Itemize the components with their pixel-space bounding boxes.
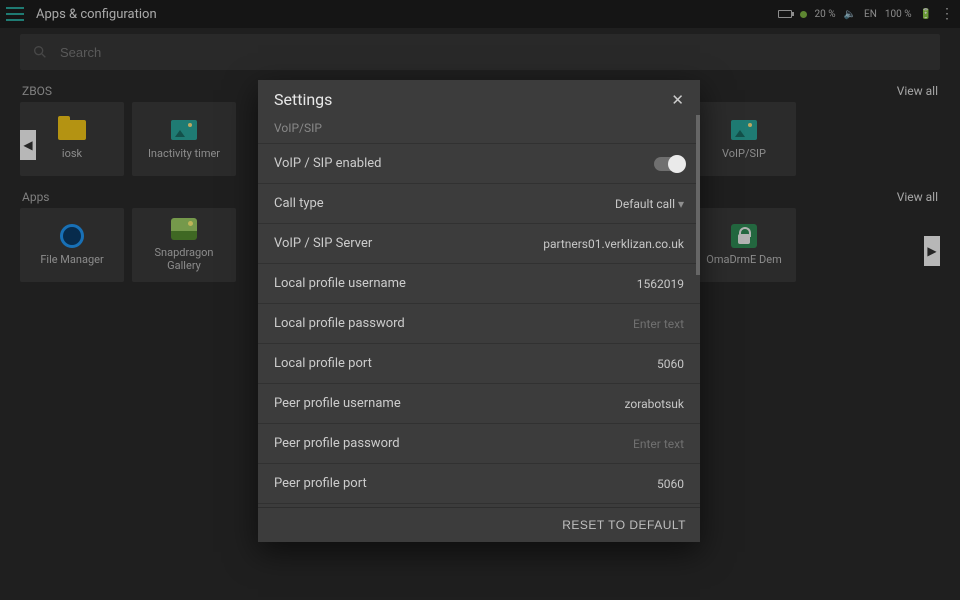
setting-row[interactable]: Local profile port 5060 (258, 343, 700, 383)
setting-row[interactable]: Allow manually ending the call (258, 503, 700, 507)
setting-row[interactable]: Call type Default call ▾ (258, 183, 700, 223)
setting-row[interactable]: VoIP / SIP Server partners01.verklizan.co… (258, 223, 700, 263)
reset-to-default-button[interactable]: RESET TO DEFAULT (562, 518, 686, 532)
setting-label: Local profile port (274, 356, 372, 371)
setting-row[interactable]: Peer profile username zorabotsuk (258, 383, 700, 423)
setting-value[interactable]: 1562019 (637, 277, 684, 291)
toggle-switch[interactable] (654, 157, 684, 171)
setting-value[interactable]: zorabotsuk (625, 397, 684, 411)
setting-label: Peer profile port (274, 476, 367, 491)
setting-label: Call type (274, 196, 324, 211)
dialog-section-label: VoIP/SIP (258, 115, 700, 143)
chevron-down-icon: ▾ (678, 197, 684, 211)
setting-value[interactable]: Enter text (633, 437, 684, 451)
setting-label: Local profile password (274, 316, 405, 331)
dialog-scrollbar[interactable] (696, 115, 700, 507)
setting-label: Local profile username (274, 276, 406, 291)
setting-row[interactable]: Local profile password Enter text (258, 303, 700, 343)
setting-value[interactable]: Enter text (633, 317, 684, 331)
dialog-title: Settings (274, 90, 332, 109)
setting-row[interactable]: VoIP / SIP enabled (258, 143, 700, 183)
setting-label: VoIP / SIP enabled (274, 156, 381, 171)
setting-row[interactable]: Local profile username 1562019 (258, 263, 700, 303)
setting-value[interactable]: Default call ▾ (615, 197, 684, 211)
setting-label: VoIP / SIP Server (274, 236, 372, 251)
setting-label: Peer profile username (274, 396, 401, 411)
setting-value[interactable]: partners01.verklizan.co.uk (543, 237, 684, 251)
setting-row[interactable]: Peer profile password Enter text (258, 423, 700, 463)
close-icon[interactable]: ✕ (671, 91, 684, 109)
setting-label: Peer profile password (274, 436, 400, 451)
settings-dialog: Settings ✕ VoIP/SIP VoIP / SIP enabled Ca… (258, 80, 700, 542)
setting-row[interactable]: Peer profile port 5060 (258, 463, 700, 503)
setting-value[interactable]: 5060 (657, 357, 684, 371)
setting-value[interactable]: 5060 (657, 477, 684, 491)
